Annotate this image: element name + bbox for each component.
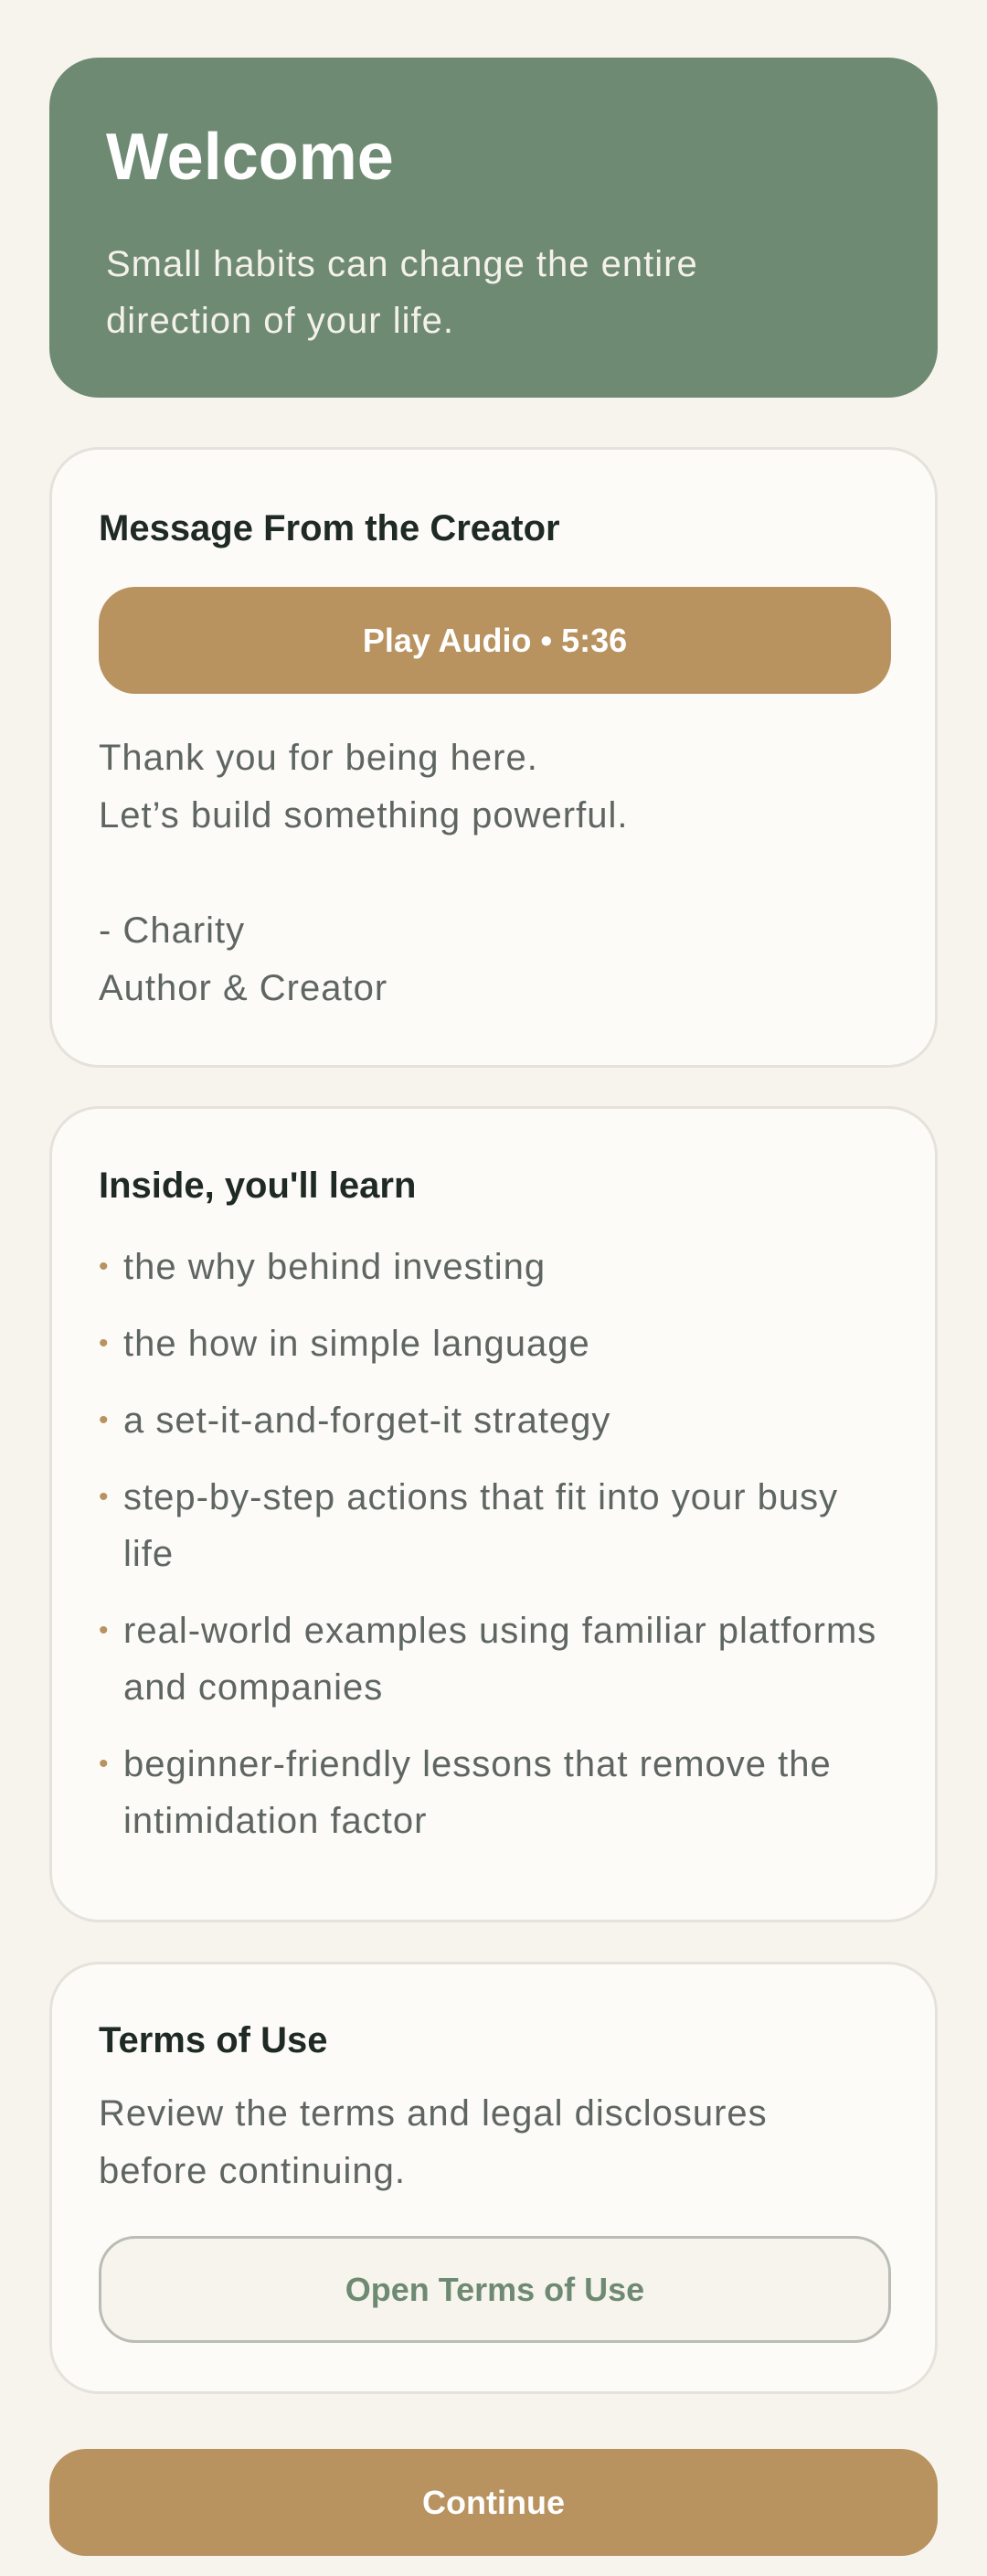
- list-item-text: step-by-step actions that fit into your …: [123, 1477, 839, 1574]
- signature-role: Author & Creator: [99, 968, 388, 1008]
- learn-list: • the why behind investing • the how in si…: [99, 1239, 899, 1869]
- terms-card: Terms of Use Review the terms and legal …: [49, 1962, 938, 2394]
- list-item: • real-world examples using familiar plat…: [99, 1602, 899, 1716]
- signature-name: - Charity: [99, 910, 246, 951]
- bullet-dot-icon: •: [99, 1251, 110, 1282]
- bullet-dot-icon: •: [99, 1615, 110, 1645]
- learn-card: Inside, you'll learn • the why behind inv…: [49, 1106, 938, 1922]
- terms-description: Review the terms and legal disclosures b…: [99, 2085, 768, 2200]
- list-item-text: the how in simple language: [123, 1324, 590, 1364]
- bullet-dot-icon: •: [99, 1405, 110, 1435]
- message-line-1: Thank you for being here.: [99, 738, 538, 778]
- learn-card-title: Inside, you'll learn: [99, 1166, 417, 1206]
- welcome-subtitle-line-2: direction of your life.: [106, 301, 454, 342]
- bullet-dot-icon: •: [99, 1482, 110, 1512]
- welcome-subtitle-line-1: Small habits can change the entire: [106, 244, 698, 285]
- terms-description-line-2: before continuing.: [99, 2151, 407, 2191]
- list-item: • beginner-friendly lessons that remove t…: [99, 1736, 899, 1849]
- list-item: • a set-it-and-forget-it strategy: [99, 1392, 899, 1449]
- terms-card-title: Terms of Use: [99, 2020, 328, 2060]
- play-audio-button[interactable]: Play Audio • 5:36: [99, 587, 891, 694]
- welcome-title: Welcome: [106, 121, 394, 194]
- list-item-text: beginner-friendly lessons that remove th…: [123, 1744, 832, 1841]
- bullet-dot-icon: •: [99, 1749, 110, 1779]
- welcome-banner: Welcome Small habits can change the enti…: [49, 58, 938, 398]
- list-item: • step-by-step actions that fit into your…: [99, 1469, 899, 1582]
- list-item-text: the why behind investing: [123, 1247, 547, 1287]
- open-terms-button[interactable]: Open Terms of Use: [99, 2236, 891, 2343]
- bullet-dot-icon: •: [99, 1328, 110, 1358]
- list-item-text: a set-it-and-forget-it strategy: [123, 1400, 611, 1441]
- creator-message-card: Message From the Creator Play Audio • 5:…: [49, 447, 938, 1068]
- list-item: • the why behind investing: [99, 1239, 899, 1295]
- terms-description-line-1: Review the terms and legal disclosures: [99, 2093, 768, 2134]
- creator-card-title: Message From the Creator: [99, 508, 560, 548]
- creator-message: Thank you for being here. Let’s build so…: [99, 729, 628, 1017]
- list-item: • the how in simple language: [99, 1315, 899, 1372]
- welcome-subtitle: Small habits can change the entire direc…: [106, 236, 881, 349]
- message-line-2: Let’s build something powerful.: [99, 795, 629, 836]
- continue-button[interactable]: Continue: [49, 2449, 938, 2556]
- list-item-text: real-world examples using familiar platf…: [123, 1611, 877, 1708]
